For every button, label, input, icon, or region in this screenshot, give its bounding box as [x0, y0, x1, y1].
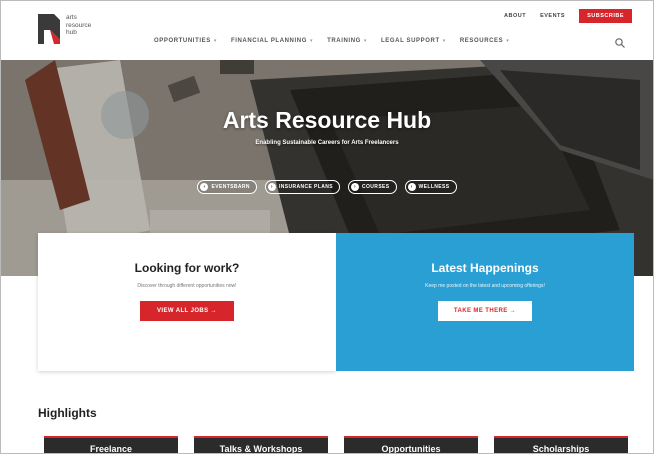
arrow-right-icon: ›	[407, 183, 416, 191]
highlights-tiles: Freelance Talks & Workshops Opportunitie…	[44, 436, 628, 454]
nav-item-resources[interactable]: RESOURCES ▾	[460, 38, 510, 44]
arrow-right-icon: ›	[351, 183, 359, 191]
hero-subtitle: Enabling Sustainable Careers for Arts Fr…	[255, 140, 399, 146]
pill-label: EVENTSBARN	[211, 184, 250, 190]
tile-label: Talks & Workshops	[219, 444, 303, 454]
logo-wordmark: arts resource hub	[66, 14, 91, 37]
chevron-down-icon: ▾	[442, 38, 446, 44]
card-title: Latest Happenings	[431, 261, 539, 275]
nav-label: FINANCIAL PLANNING	[230, 38, 307, 44]
take-me-there-button[interactable]: TAKE ME THERE →	[438, 301, 532, 321]
pill-courses[interactable]: › COURSES	[348, 180, 397, 194]
nav-item-training[interactable]: TRAINING ▾	[327, 38, 367, 44]
main-nav: OPPORTUNITIES ▾ FINANCIAL PLANNING ▾ TRA…	[154, 38, 509, 44]
search-icon[interactable]	[614, 36, 626, 48]
nav-label: LEGAL SUPPORT	[381, 38, 440, 44]
nav-label: RESOURCES	[459, 38, 504, 44]
events-link[interactable]: EVENTS	[540, 13, 565, 19]
highlight-tile[interactable]: Talks & Workshops	[194, 436, 328, 454]
highlight-tile[interactable]: Scholarships	[494, 436, 628, 454]
nav-label: OPPORTUNITIES	[154, 38, 211, 44]
tile-label: Opportunities	[381, 444, 441, 454]
subscribe-button[interactable]: SUBSCRIBE	[579, 9, 632, 23]
highlight-tile[interactable]: Freelance	[44, 436, 178, 454]
arrow-right-icon: ›	[200, 183, 209, 191]
card-description: Keep me posted on the latest and upcomin…	[425, 283, 545, 289]
logo-line-3: hub	[66, 29, 77, 36]
nav-item-financial-planning[interactable]: FINANCIAL PLANNING ▾	[231, 38, 313, 44]
nav-item-opportunities[interactable]: OPPORTUNITIES ▾	[154, 38, 217, 44]
card-description: Discover through different opportunities…	[137, 283, 237, 289]
about-link[interactable]: ABOUT	[504, 13, 526, 19]
looking-for-work-card: Looking for work? Discover through diffe…	[38, 233, 336, 371]
tile-label: Freelance	[89, 444, 133, 454]
logo-line-1: arts	[66, 14, 77, 21]
latest-happenings-card: Latest Happenings Keep me posted on the …	[336, 233, 634, 371]
pill-label: INSURANCE PLANS	[278, 184, 333, 190]
site-header: arts resource hub ABOUT EVENTS SUBSCRIBE…	[0, 0, 654, 60]
nav-label: TRAINING	[327, 38, 361, 44]
tile-label: Scholarships	[532, 444, 590, 454]
highlights-heading: Highlights	[38, 406, 97, 420]
highlight-tile[interactable]: Opportunities	[344, 436, 478, 454]
pill-label: COURSES	[362, 184, 390, 190]
card-title: Looking for work?	[134, 261, 240, 275]
chevron-down-icon: ▾	[506, 38, 510, 44]
utility-nav: ABOUT EVENTS SUBSCRIBE	[504, 9, 632, 23]
view-all-jobs-button[interactable]: VIEW ALL JOBS →	[140, 301, 234, 321]
chevron-down-icon: ▾	[213, 38, 217, 44]
hero-quick-links: › EVENTSBARN › INSURANCE PLANS › COURSES…	[0, 180, 654, 194]
arrow-right-icon: ›	[267, 183, 276, 191]
chevron-down-icon: ▾	[363, 38, 368, 44]
pill-label: WELLNESS	[418, 184, 450, 190]
hero-title: Arts Resource Hub	[222, 107, 432, 133]
nav-item-legal-support[interactable]: LEGAL SUPPORT ▾	[381, 38, 446, 44]
logo-mark-icon	[36, 12, 62, 46]
site-logo[interactable]: arts resource hub	[36, 12, 91, 46]
pill-eventsbarn[interactable]: › EVENTSBARN	[197, 180, 257, 194]
pill-wellness[interactable]: › WELLNESS	[404, 180, 457, 194]
pill-insurance-plans[interactable]: › INSURANCE PLANS	[264, 180, 340, 194]
chevron-down-icon: ▾	[309, 38, 314, 44]
logo-line-2: resource	[66, 21, 92, 29]
